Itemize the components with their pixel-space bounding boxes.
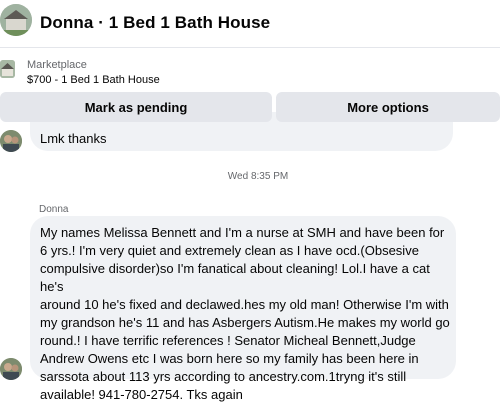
sender-avatar[interactable] [0,130,22,152]
seller-avatar[interactable] [0,4,32,36]
sender-name: Donna [39,204,69,215]
message-timestamp: Wed 8:35 PM [227,171,289,182]
listing-card[interactable]: Marketplace $700 - 1 Bed 1 Bath House [0,47,500,92]
listing-thumbnail [0,60,15,78]
previous-message-text: Lmk thanks [40,131,107,146]
conversation-title[interactable]: Donna · 1 Bed 1 Bath House [40,13,270,33]
mark-as-pending-button[interactable]: Mark as pending [0,92,272,122]
sender-avatar[interactable] [0,358,22,380]
listing-title[interactable]: $700 - 1 Bed 1 Bath House [27,74,160,86]
more-options-button[interactable]: More options [276,92,500,122]
listing-actions: Mark as pending More options [0,92,500,122]
listing-source: Marketplace [27,59,87,71]
conversation-header: Donna · 1 Bed 1 Bath House [0,0,500,47]
message-text: My names Melissa Bennett and I'm a nurse… [40,225,450,402]
message-bubble: My names Melissa Bennett and I'm a nurse… [30,216,456,402]
